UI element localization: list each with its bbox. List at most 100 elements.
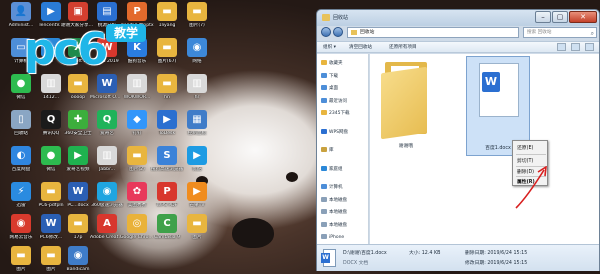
desktop-icon[interactable]: ◉ 网易云音乐 xyxy=(6,214,36,240)
app-icon: ◉ xyxy=(68,246,88,265)
app-icon: ▶ xyxy=(187,146,207,165)
desktop-icon-label: 优酷 xyxy=(192,167,202,172)
search-placeholder: 搜索 回收站 xyxy=(527,30,552,35)
minimize-button[interactable]: – xyxy=(535,11,551,23)
menu-item-delete[interactable]: 删除(D) xyxy=(517,168,534,175)
details-pane: W D:\谢谢\百度1.docx DOCX 文档 大小: 12.4 KB 删除日… xyxy=(317,244,599,271)
desktop-icon[interactable]: ▬ 图片 xyxy=(182,214,212,240)
detail-size: 大小: 12.4 KB xyxy=(409,251,441,256)
desktop-icon-label: 图片(7) xyxy=(189,23,205,28)
desktop-icon[interactable]: ▬ 图片(7) xyxy=(182,2,212,28)
nav-item[interactable]: 库 xyxy=(321,147,334,153)
nav-item[interactable]: 桌面 xyxy=(321,85,338,91)
desktop-icon[interactable]: S 搜狗高速浏览器 xyxy=(151,146,183,172)
empty-recycle-bin-button[interactable]: 清空回收站 xyxy=(349,44,372,50)
nav-item-label: 本地磁盘 xyxy=(329,197,347,203)
desktop-icon[interactable]: ▬ 图片(2) xyxy=(122,146,152,172)
nav-item[interactable]: 2345下载 xyxy=(321,110,349,116)
desktop-icon-label: 图片(2) xyxy=(129,167,145,172)
detail-deleted-date: 删除日期: 2019/6/24 15:15 xyxy=(465,251,528,256)
explorer-window[interactable]: 回收站 – ▢ ✕ 回收站 搜索 回收站 ⌕ 组织 ▾ 清空回收站 还原所有项目… xyxy=(316,9,600,271)
desktop-icon[interactable]: Q 爱奇艺 xyxy=(92,110,122,136)
desktop-icon[interactable]: ▬ 17p xyxy=(63,214,93,240)
address-field[interactable]: 回收站 xyxy=(347,27,519,38)
desktop-icon[interactable]: ▶ 芒果TV xyxy=(182,182,212,208)
desktop-icon-label: 网易云音乐 xyxy=(9,235,33,240)
back-button[interactable] xyxy=(321,27,331,37)
menu-item-restore[interactable]: 还原(E) xyxy=(517,144,533,151)
desktop-icon[interactable]: ▶ 优酷 xyxy=(182,146,212,172)
desktop-icon-label: 美图秀秀 xyxy=(127,203,147,208)
desktop-icon[interactable]: P WPS PDF xyxy=(152,182,182,208)
desktop-icon-label: 微信 xyxy=(16,95,26,100)
desktop-icon[interactable]: ◎ Google Chrome xyxy=(120,214,154,240)
nav-item[interactable]: 下载 xyxy=(321,72,338,79)
desktop-icon-label: hn xyxy=(164,95,170,100)
nav-item[interactable]: WPS网盘 xyxy=(321,128,348,135)
app-icon: ◉ xyxy=(187,38,207,57)
nav-item-label: 库 xyxy=(329,148,334,153)
desktop-icon[interactable]: ✚ 360安全卫士 xyxy=(63,110,93,136)
desktop-icon[interactable]: ▯ 回收站 xyxy=(6,110,36,136)
nav-item-label: 家庭组 xyxy=(329,166,343,172)
nav-item[interactable]: 最近访问 xyxy=(321,97,347,104)
nav-item-icon xyxy=(321,128,327,134)
desktop-icon[interactable]: ◆ 钉钉 xyxy=(122,110,152,136)
desktop-icon-label: Adobe Creati... xyxy=(90,235,124,240)
nav-item[interactable]: 本地磁盘 xyxy=(321,221,347,228)
app-icon: P xyxy=(157,182,177,201)
nav-item[interactable]: 本地磁盘 xyxy=(321,209,347,215)
nav-item[interactable]: iPhone xyxy=(321,234,344,240)
app-icon: ▬ xyxy=(187,2,207,21)
nav-item[interactable]: 收藏夹 xyxy=(321,60,343,66)
desktop-icon[interactable]: ◐ 百度网盘 xyxy=(6,146,36,172)
desktop-icon[interactable]: ▶ ToDesk xyxy=(152,110,182,136)
desktop-icon[interactable]: A Adobe Creati... xyxy=(90,214,124,240)
nav-item[interactable]: 计算机 xyxy=(321,184,343,190)
desktop-icon[interactable]: ▶ 爱奇艺视频 xyxy=(63,146,93,172)
restore-all-button[interactable]: 还原所有项目 xyxy=(389,44,417,50)
desktop-icon-label: Bandicam xyxy=(66,267,90,272)
help-icon[interactable] xyxy=(585,43,594,51)
desktop-icon[interactable]: ⚡ 迅雷 xyxy=(6,182,36,208)
desktop-icon[interactable]: ▥ Jabbr... xyxy=(92,146,122,172)
app-icon: Q xyxy=(97,110,117,129)
forward-button[interactable] xyxy=(333,27,343,37)
nav-item-icon xyxy=(321,72,327,78)
desktop-icon[interactable]: ▥ hr xyxy=(182,74,212,100)
desktop-icon[interactable]: ◉ 网络 xyxy=(182,38,212,64)
search-input[interactable]: 搜索 回收站 ⌕ xyxy=(523,27,597,38)
app-icon: ▬ xyxy=(68,214,88,233)
maximize-button[interactable]: ▢ xyxy=(552,11,568,23)
nav-item-icon xyxy=(321,110,327,115)
folder-name: 谢谢哦 xyxy=(398,144,414,149)
address-bar: 回收站 搜索 回收站 ⌕ xyxy=(317,26,599,40)
app-icon: P xyxy=(127,2,147,21)
title-bar[interactable]: 回收站 – ▢ ✕ xyxy=(317,10,599,26)
menu-item-cut[interactable]: 剪切(T) xyxy=(517,157,533,164)
desktop-icon[interactable]: ◉ 360极速浏览器 xyxy=(91,182,123,208)
desktop-icon[interactable]: ▬ 图片 xyxy=(6,246,36,272)
view-options-icon[interactable] xyxy=(557,43,566,51)
desktop-icon[interactable]: ▦ 控制面板 xyxy=(182,110,212,136)
desktop-icon[interactable]: C Camtasia 9 xyxy=(152,214,182,240)
desktop-icon[interactable]: ◉ Bandicam xyxy=(63,246,93,272)
desktop-icon[interactable]: W PC...docx xyxy=(63,182,93,208)
app-icon: ▯ xyxy=(11,110,31,129)
nav-item[interactable]: 家庭组 xyxy=(321,165,343,172)
folder-item[interactable]: 谢谢哦 xyxy=(378,60,434,149)
desktop-icon-label: 迅雷 xyxy=(16,203,26,208)
nav-item-label: iPhone xyxy=(329,235,345,240)
desktop-icon-label: 网络 xyxy=(192,59,202,64)
nav-item-label: 2345下载 xyxy=(329,111,350,116)
nav-item[interactable]: 本地磁盘 xyxy=(321,196,347,203)
menu-item-properties[interactable]: 属性(R) xyxy=(517,178,535,185)
organize-button[interactable]: 组织 ▾ xyxy=(323,44,336,50)
preview-pane-icon[interactable] xyxy=(571,43,580,51)
nav-item-icon xyxy=(321,221,327,227)
nav-item-icon xyxy=(321,196,327,202)
desktop-icon-label: 爱奇艺 xyxy=(100,131,114,136)
desktop-icon[interactable]: ✿ 美图秀秀 xyxy=(122,182,152,208)
close-button[interactable]: ✕ xyxy=(569,11,597,23)
app-icon: ● xyxy=(41,146,61,165)
